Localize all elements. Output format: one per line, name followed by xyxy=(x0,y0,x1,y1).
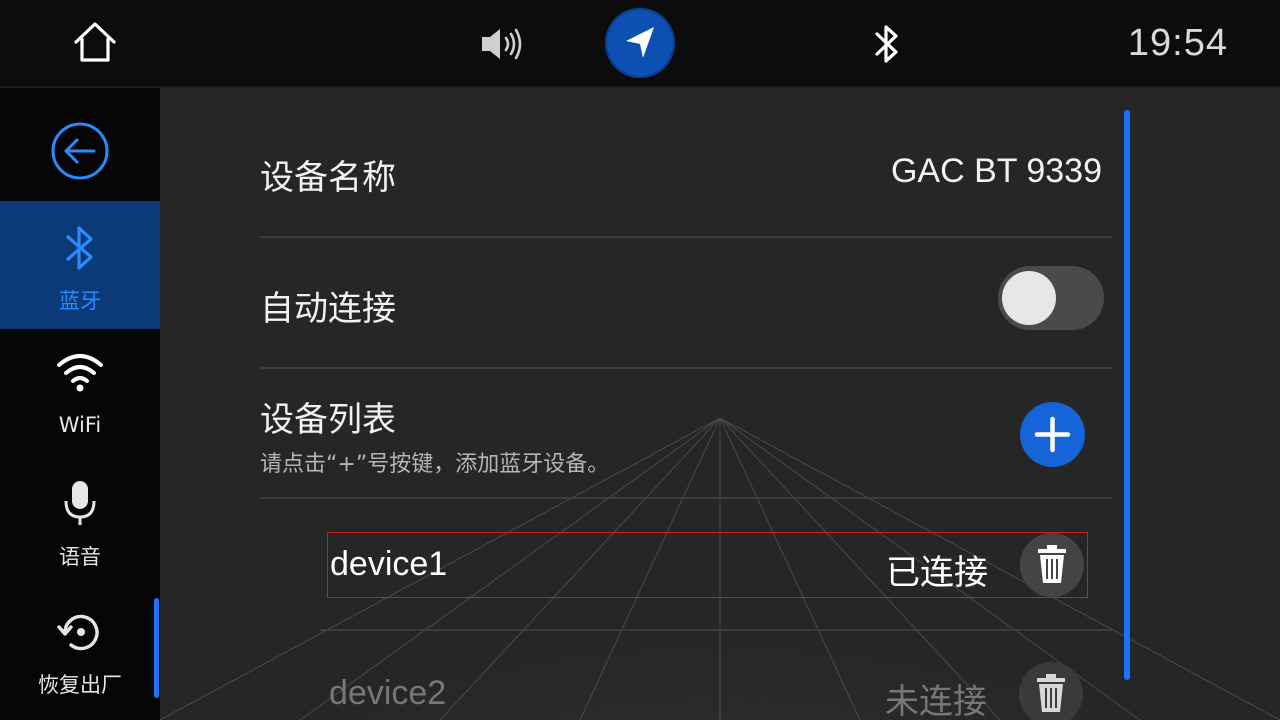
volume-icon xyxy=(482,28,522,60)
add-device-button[interactable] xyxy=(1020,402,1085,467)
trash-icon xyxy=(1037,674,1065,712)
plus-icon xyxy=(1034,416,1071,453)
sidebar-item-label: WiFi xyxy=(58,413,102,437)
sidebar-item-wifi[interactable]: WiFi xyxy=(0,329,160,457)
bluetooth-icon xyxy=(66,226,93,270)
sidebar-item-label: 恢复出厂 xyxy=(38,673,122,697)
device-row-device1[interactable]: device1 已连接 xyxy=(327,532,1088,598)
delete-device-button[interactable] xyxy=(1020,533,1084,597)
sidebar-item-bluetooth[interactable]: 蓝牙 xyxy=(0,201,160,329)
divider xyxy=(320,629,1112,631)
home-button[interactable] xyxy=(70,20,120,66)
device-list-label: 设备列表 xyxy=(260,400,396,440)
toggle-knob xyxy=(1002,271,1056,325)
factory-reset-icon xyxy=(57,614,99,651)
bluetooth-settings-panel: 设备名称 GAC BT 9339 自动连接 设备列表 请点击“+”号按键，添加蓝… xyxy=(160,88,1280,720)
content-scrollbar[interactable] xyxy=(1124,110,1130,680)
sidebar-item-label: 语音 xyxy=(59,545,101,569)
device-list-hint: 请点击“+”号按键，添加蓝牙设备。 xyxy=(260,452,610,477)
navigation-button[interactable] xyxy=(605,8,675,78)
device-row-device2[interactable]: device2 未连接 xyxy=(327,662,1086,720)
microphone-icon xyxy=(64,481,96,525)
divider xyxy=(260,367,1112,369)
trash-icon xyxy=(1038,545,1066,583)
settings-sidebar: 蓝牙 WiFi 语音 恢复出厂 xyxy=(0,88,160,720)
auto-connect-label: 自动连接 xyxy=(260,289,396,329)
bluetooth-icon xyxy=(875,25,898,63)
sidebar-item-voice[interactable]: 语音 xyxy=(0,457,160,585)
wifi-icon xyxy=(57,354,103,392)
device-status: 已连接 xyxy=(886,553,988,593)
device-name: device2 xyxy=(329,674,447,712)
device-name-label: 设备名称 xyxy=(260,158,396,198)
back-arrow-icon xyxy=(51,122,109,180)
bluetooth-status-button[interactable] xyxy=(870,22,904,66)
divider xyxy=(260,236,1112,238)
clock: 19:54 xyxy=(1127,22,1228,64)
status-bar: 19:54 xyxy=(0,0,1280,88)
device-name: device1 xyxy=(330,545,448,583)
device-status: 未连接 xyxy=(885,682,987,720)
volume-button[interactable] xyxy=(478,24,526,64)
delete-device-button[interactable] xyxy=(1019,662,1083,720)
navigation-icon xyxy=(626,27,654,58)
auto-connect-toggle[interactable] xyxy=(998,266,1104,330)
device-name-value[interactable]: GAC BT 9339 xyxy=(891,152,1102,191)
back-button[interactable] xyxy=(50,121,110,181)
sidebar-item-label: 蓝牙 xyxy=(59,289,101,313)
divider xyxy=(260,497,1112,499)
home-icon xyxy=(74,22,116,62)
sidebar-scrollbar[interactable] xyxy=(154,598,159,698)
sidebar-item-factory-reset[interactable]: 恢复出厂 xyxy=(0,585,160,713)
